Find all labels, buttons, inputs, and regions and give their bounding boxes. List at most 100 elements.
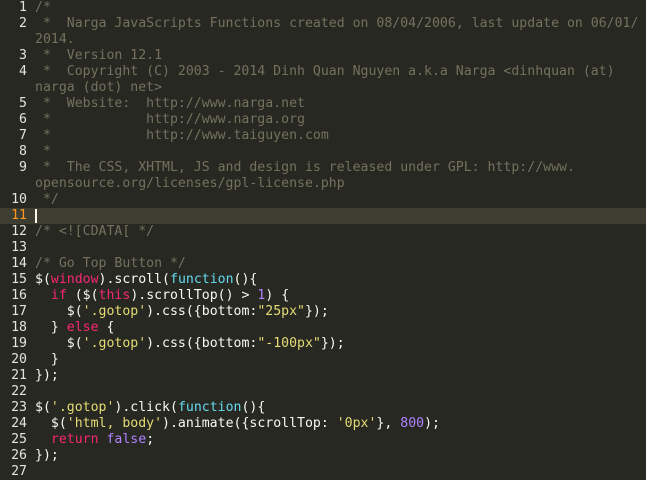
code-token: function	[177, 400, 242, 415]
code-token: }	[35, 352, 59, 367]
text-cursor	[35, 209, 37, 223]
code-token: return	[50, 432, 99, 447]
line-code: *	[35, 144, 51, 160]
code-token: ;	[146, 432, 155, 447]
code-token: });	[35, 448, 59, 463]
line-code: * http://www.narga.org	[35, 112, 305, 128]
code-line[interactable]: 14 /* Go Top Button */	[0, 256, 646, 272]
line-number: 6	[19, 112, 27, 127]
code-line[interactable]: 25 return false;	[0, 432, 646, 448]
line-code: $('.gotop').css({bottom:"-100px"});	[35, 336, 345, 352]
code-line[interactable]: 24 $('html, body').animate({scrollTop: '…	[0, 416, 646, 432]
code-token: ).scrollTop() >	[130, 288, 258, 303]
code-line[interactable]: 2014.	[0, 32, 646, 48]
code-token: window	[50, 272, 99, 287]
code-line[interactable]: 3 * Version 12.1	[0, 48, 646, 64]
code-line[interactable]: 17 $('.gotop').css({bottom:"25px"});	[0, 304, 646, 320]
code-token: '.gotop'	[82, 304, 147, 319]
line-code: */	[35, 192, 59, 208]
code-token: 2014.	[35, 32, 75, 47]
code-token: narga (dot) net>	[35, 80, 163, 95]
code-line[interactable]: 9 * The CSS, XHTML, JS and design is rel…	[0, 160, 646, 176]
line-code: * The CSS, XHTML, JS and design is relea…	[35, 160, 575, 176]
code-line[interactable]: 26});	[0, 448, 646, 464]
line-code: narga (dot) net>	[35, 80, 162, 96]
line-code: opensource.org/licenses/gpl-license.php	[35, 176, 345, 192]
line-code: * Website: http://www.narga.net	[35, 96, 305, 112]
code-line[interactable]: 19 $('.gotop').css({bottom:"-100px"});	[0, 336, 646, 352]
line-number: 25	[11, 432, 27, 447]
code-line[interactable]: 6 * http://www.narga.org	[0, 112, 646, 128]
code-token: });	[320, 336, 345, 351]
code-line[interactable]: narga (dot) net>	[0, 80, 646, 96]
line-number: 5	[19, 96, 27, 111]
line-code: /*	[35, 0, 51, 16]
code-line[interactable]: 5 * Website: http://www.narga.net	[0, 96, 646, 112]
line-code: if ($(this).scrollTop() > 1) {	[35, 288, 289, 304]
code-token: $(	[35, 304, 83, 319]
code-line[interactable]: 21});	[0, 368, 646, 384]
code-line[interactable]: 8 *	[0, 144, 646, 160]
line-number: 14	[11, 256, 27, 271]
code-token: },	[376, 416, 401, 431]
code-token: /*	[35, 0, 51, 15]
code-line[interactable]: 1 /*	[0, 0, 646, 16]
line-number: 10	[11, 192, 27, 207]
code-line[interactable]: 16 if ($(this).scrollTop() > 1) {	[0, 288, 646, 304]
line-code: $('.gotop').click(function(){	[35, 400, 265, 416]
code-line[interactable]: 22	[0, 384, 646, 400]
code-token: ).css({bottom:	[146, 336, 258, 351]
line-number: 16	[11, 288, 27, 303]
line-number: 4	[19, 64, 27, 79]
code-line[interactable]: opensource.org/licenses/gpl-license.php	[0, 176, 646, 192]
line-number: 22	[11, 384, 27, 399]
code-token: "25px"	[257, 304, 305, 319]
code-token: $(	[35, 400, 51, 415]
code-token: function	[170, 272, 234, 287]
line-number: 13	[11, 240, 27, 255]
code-line-current[interactable]: 11	[0, 208, 646, 224]
line-number: 18	[11, 320, 27, 335]
code-token: );	[424, 416, 440, 431]
line-code: * Copyright (C) 2003 - 2014 Dinh Quan Ng…	[35, 64, 615, 80]
code-token: ($(	[66, 288, 99, 303]
code-token: (){	[233, 272, 258, 287]
code-token: *	[35, 144, 51, 159]
code-token: $(	[35, 272, 51, 287]
code-token: * Narga JavaScripts Functions created on…	[35, 16, 639, 31]
line-number: 9	[19, 160, 27, 175]
code-line[interactable]: 13	[0, 240, 646, 256]
code-line[interactable]: 15 $(window).scroll(function(){	[0, 272, 646, 288]
code-line[interactable]: 2 * Narga JavaScripts Functions created …	[0, 16, 646, 32]
code-token: * Version 12.1	[35, 48, 163, 63]
line-code: $(window).scroll(function(){	[35, 272, 257, 288]
code-line[interactable]: 23 $('.gotop').click(function(){	[0, 400, 646, 416]
code-token: ) {	[265, 288, 290, 303]
code-line[interactable]: 18 } else {	[0, 320, 646, 336]
code-token: else	[66, 320, 99, 335]
line-number: 8	[19, 144, 27, 159]
code-token: }	[35, 320, 67, 335]
line-number: 17	[11, 304, 27, 319]
code-line[interactable]: 10 */	[0, 192, 646, 208]
line-number: 20	[11, 352, 27, 367]
line-code: * Narga JavaScripts Functions created on…	[35, 16, 638, 32]
code-token: $(	[35, 416, 67, 431]
code-line[interactable]: 20 }	[0, 352, 646, 368]
code-token: * Copyright (C) 2003 - 2014 Dinh Quan Ng…	[35, 64, 615, 79]
code-token: * Website: http://www.narga.net	[35, 96, 305, 111]
code-token: /* Go Top Button */	[35, 256, 186, 271]
line-code: return false;	[35, 432, 154, 448]
code-editor[interactable]: 1/* 2 * Narga JavaScripts Functions creat…	[0, 0, 646, 479]
code-line[interactable]: 12 /* <![CDATA[ */	[0, 224, 646, 240]
line-number: 7	[19, 128, 27, 143]
line-code: }	[35, 352, 59, 368]
code-line[interactable]: 4 * Copyright (C) 2003 - 2014 Dinh Quan …	[0, 64, 646, 80]
code-token: (){	[241, 400, 266, 415]
code-token: opensource.org/licenses/gpl-license.php	[35, 176, 345, 191]
code-line[interactable]: 7 * http://www.taiguyen.com	[0, 128, 646, 144]
line-code: /* <![CDATA[ */	[35, 224, 154, 240]
code-token: * http://www.taiguyen.com	[35, 128, 329, 143]
line-code: } else {	[35, 320, 115, 336]
